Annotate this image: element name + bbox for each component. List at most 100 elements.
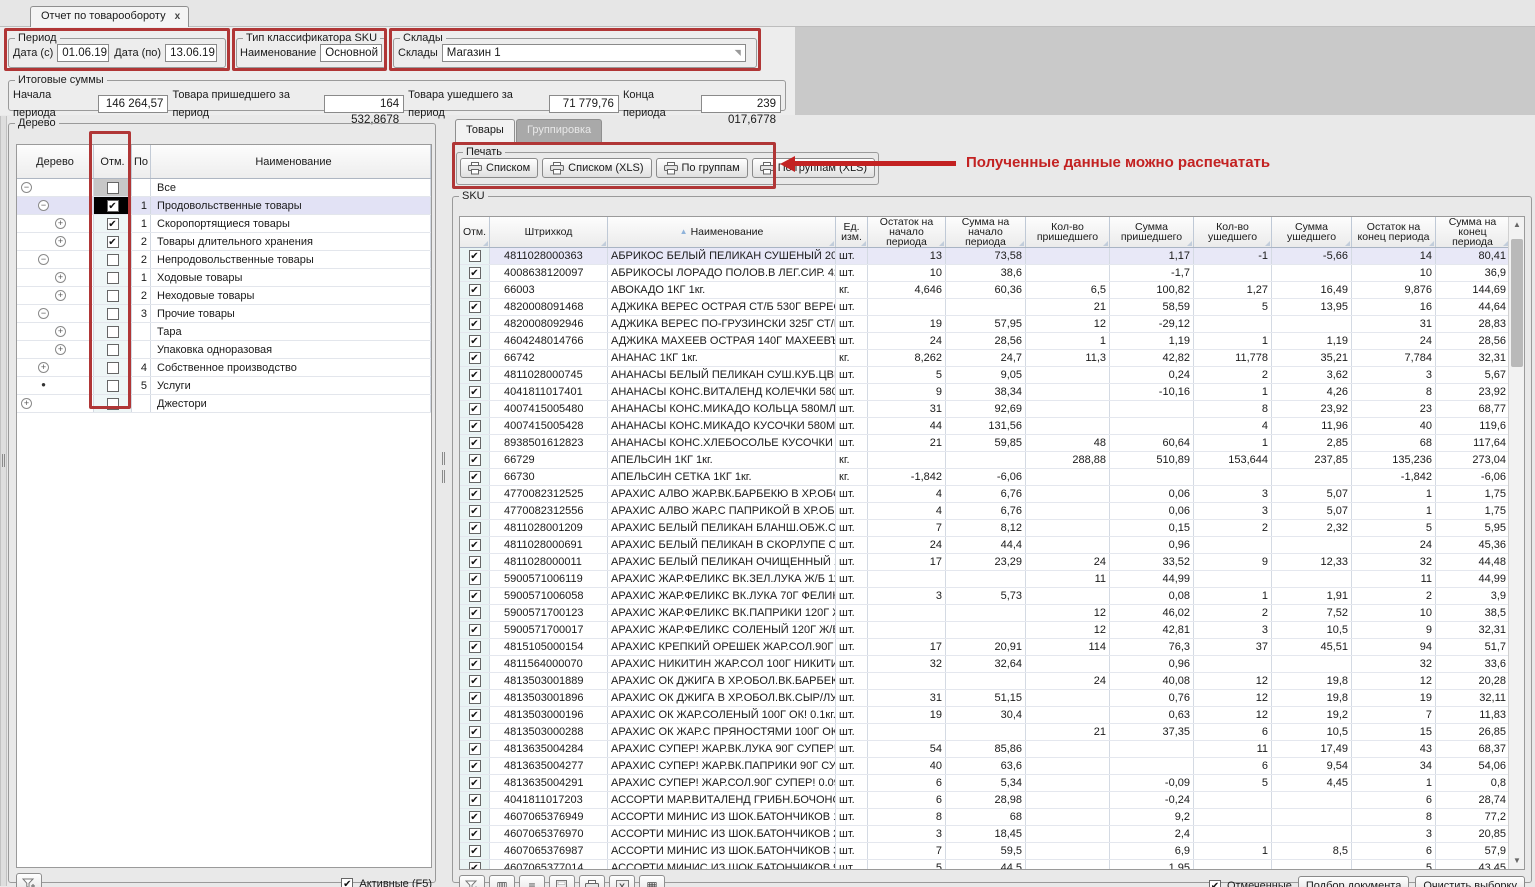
tree-row-checkbox[interactable] xyxy=(107,326,119,338)
sku-row[interactable]: 4607065376987АССОРТИ МИНИС ИЗ ШОК.БАТОНЧ… xyxy=(460,843,1510,860)
sku-col-unit[interactable]: Ед. изм. xyxy=(836,217,868,247)
sku-row-checkbox[interactable] xyxy=(469,709,481,721)
sku-col-out-sum[interactable]: Сумма ушедшего xyxy=(1272,217,1352,247)
sku-row[interactable]: 4770082312525АРАХИС АЛВО ЖАР.ВК.БАРБЕКЮ … xyxy=(460,486,1510,503)
tree-col-tree[interactable]: Дерево xyxy=(17,145,94,178)
numbered-list-button[interactable]: ≡ xyxy=(519,875,545,887)
tree-row[interactable]: −3Прочие товары xyxy=(17,305,431,323)
sku-col-marked[interactable]: Отм. xyxy=(460,217,490,247)
sku-row-checkbox[interactable] xyxy=(469,437,481,449)
sku-col-in-qty[interactable]: Кол-во пришедшего xyxy=(1026,217,1110,247)
expand-icon[interactable]: + xyxy=(55,344,66,355)
tree-row[interactable]: +1Скоропортящиеся товары xyxy=(17,215,431,233)
sku-row-checkbox[interactable] xyxy=(469,624,481,636)
sku-col-end-qty[interactable]: Остаток на конец периода xyxy=(1352,217,1436,247)
sku-row-checkbox[interactable] xyxy=(469,573,481,585)
sku-row-checkbox[interactable] xyxy=(469,420,481,432)
sku-row-checkbox[interactable] xyxy=(469,454,481,466)
tree-row-checkbox[interactable] xyxy=(107,236,119,248)
collapse-icon[interactable]: − xyxy=(21,182,32,193)
tree-row[interactable]: +2Товары длительного хранения xyxy=(17,233,431,251)
tree-col-po[interactable]: По xyxy=(132,145,151,178)
sku-row[interactable]: 4041811017401АНАНАСЫ КОНС.ВИТАЛЕНД КОЛЕЧ… xyxy=(460,384,1510,401)
sku-row-checkbox[interactable] xyxy=(469,675,481,687)
sku-row-checkbox[interactable] xyxy=(469,743,481,755)
tree-row[interactable]: +1Ходовые товары xyxy=(17,269,431,287)
tree-col-name[interactable]: Наименование xyxy=(151,145,431,178)
sku-row[interactable]: 4813503001889АРАХИС ОК ДЖИГА В ХР.ОБОЛ.В… xyxy=(460,673,1510,690)
sku-row-checkbox[interactable] xyxy=(469,250,481,262)
collapse-icon[interactable]: − xyxy=(38,254,49,265)
sku-col-begin-sum[interactable]: Сумма на начало периода xyxy=(946,217,1026,247)
collapse-icon[interactable]: − xyxy=(38,200,49,211)
sku-col-out-qty[interactable]: Кол-во ушедшего xyxy=(1194,217,1272,247)
scroll-up-icon[interactable]: ▲ xyxy=(1509,217,1525,233)
tree-row[interactable]: +2Неходовые товары xyxy=(17,287,431,305)
sku-row-checkbox[interactable] xyxy=(469,845,481,857)
tree-filter-button[interactable] xyxy=(16,873,42,887)
tree-col-marked[interactable]: Отм. xyxy=(94,145,132,178)
sku-row-checkbox[interactable] xyxy=(469,386,481,398)
sku-row-checkbox[interactable] xyxy=(469,284,481,296)
tree-row-checkbox[interactable] xyxy=(107,344,119,356)
sku-row-checkbox[interactable] xyxy=(469,522,481,534)
expand-icon[interactable]: + xyxy=(55,272,66,283)
tree-row-checkbox[interactable] xyxy=(107,272,119,284)
columns-button[interactable]: ▥ xyxy=(489,875,515,887)
expand-icon[interactable]: + xyxy=(55,290,66,301)
sku-row-checkbox[interactable] xyxy=(469,471,481,483)
excel-button[interactable]: X xyxy=(609,875,635,887)
tree-row[interactable]: −1Продовольственные товары xyxy=(17,197,431,215)
tree-row-checkbox[interactable] xyxy=(107,218,119,230)
tree-row[interactable]: −Все xyxy=(17,179,431,197)
tree-row[interactable]: +Джестори xyxy=(17,395,431,413)
sku-row-checkbox[interactable] xyxy=(469,607,481,619)
sku-row[interactable]: 4811028000691АРАХИС БЕЛЫЙ ПЕЛИКАН В СКОР… xyxy=(460,537,1510,554)
sku-row-checkbox[interactable] xyxy=(469,794,481,806)
calculator-add-button[interactable] xyxy=(549,875,575,887)
clear-selection-button[interactable]: Очистить выборку xyxy=(1415,876,1525,887)
printer-button[interactable] xyxy=(579,875,605,887)
sku-row[interactable]: 66003АВОКАДО 1КГ 1кг.кг.4,64660,366,5100… xyxy=(460,282,1510,299)
scroll-down-icon[interactable]: ▼ xyxy=(1509,853,1525,869)
grid-cell-button[interactable]: ▦ xyxy=(639,875,665,887)
sku-row[interactable]: 4813635004284АРАХИС СУПЕР! ЖАР.ВК.ЛУКА 9… xyxy=(460,741,1510,758)
sku-row-checkbox[interactable] xyxy=(469,777,481,789)
tree-row-checkbox[interactable] xyxy=(107,254,119,266)
sku-col-barcode[interactable]: Штрихкод xyxy=(490,217,608,247)
sku-row[interactable]: 8938501612823АНАНАСЫ КОНС.ХЛЕБОСОЛЬЕ КУС… xyxy=(460,435,1510,452)
sku-col-begin-qty[interactable]: Остаток на начало периода xyxy=(868,217,946,247)
sku-row-checkbox[interactable] xyxy=(469,318,481,330)
sku-row-checkbox[interactable] xyxy=(469,488,481,500)
sku-row-checkbox[interactable] xyxy=(469,862,481,870)
sku-row[interactable]: 4813503001896АРАХИС ОК ДЖИГА В ХР.ОБОЛ.В… xyxy=(460,690,1510,707)
sku-row-checkbox[interactable] xyxy=(469,403,481,415)
scrollbar-thumb[interactable] xyxy=(1511,239,1523,367)
sku-row[interactable]: 5900571700017АРАХИС ЖАР.ФЕЛИКС СОЛЕНЫЙ 1… xyxy=(460,622,1510,639)
sku-row-checkbox[interactable] xyxy=(469,539,481,551)
dropdown-arrow-icon[interactable]: ◥ xyxy=(735,45,741,61)
sku-row-checkbox[interactable] xyxy=(469,556,481,568)
sku-row[interactable]: 4815105000154АРАХИС КРЕПКИЙ ОРЕШЕК ЖАР.С… xyxy=(460,639,1510,656)
document-pick-button[interactable]: Подбор документа xyxy=(1298,876,1409,887)
sku-row[interactable]: 4770082312556АРАХИС АЛВО ЖАР.С ПАПРИКОЙ … xyxy=(460,503,1510,520)
sku-row-checkbox[interactable] xyxy=(469,726,481,738)
print-list-xls-button[interactable]: Списком (XLS) xyxy=(542,158,651,178)
sku-row-checkbox[interactable] xyxy=(469,658,481,670)
close-icon[interactable]: x xyxy=(175,11,181,22)
sku-row[interactable]: 4607065376949АССОРТИ МИНИС ИЗ ШОК.БАТОНЧ… xyxy=(460,809,1510,826)
sku-row[interactable]: 4820008091468АДЖИКА ВЕРЕС ОСТРАЯ СТ/Б 53… xyxy=(460,299,1510,316)
sku-row-checkbox[interactable] xyxy=(469,760,481,772)
sku-row-checkbox[interactable] xyxy=(469,267,481,279)
sku-row-checkbox[interactable] xyxy=(469,811,481,823)
tree-row[interactable]: +4Собственное производство xyxy=(17,359,431,377)
tree-row-checkbox[interactable] xyxy=(107,308,119,320)
sku-row-checkbox[interactable] xyxy=(469,590,481,602)
sku-row[interactable]: 5900571006119АРАХИС ЖАР.ФЕЛИКС ВК.ЗЕЛ.ЛУ… xyxy=(460,571,1510,588)
expand-icon[interactable]: + xyxy=(21,398,32,409)
expand-icon[interactable]: + xyxy=(55,236,66,247)
sku-row[interactable]: 5900571700123АРАХИС ЖАР.ФЕЛИКС ВК.ПАПРИК… xyxy=(460,605,1510,622)
tree-row-checkbox[interactable] xyxy=(107,362,119,374)
expand-icon[interactable]: + xyxy=(38,362,49,373)
tree-row-checkbox[interactable] xyxy=(107,380,119,392)
